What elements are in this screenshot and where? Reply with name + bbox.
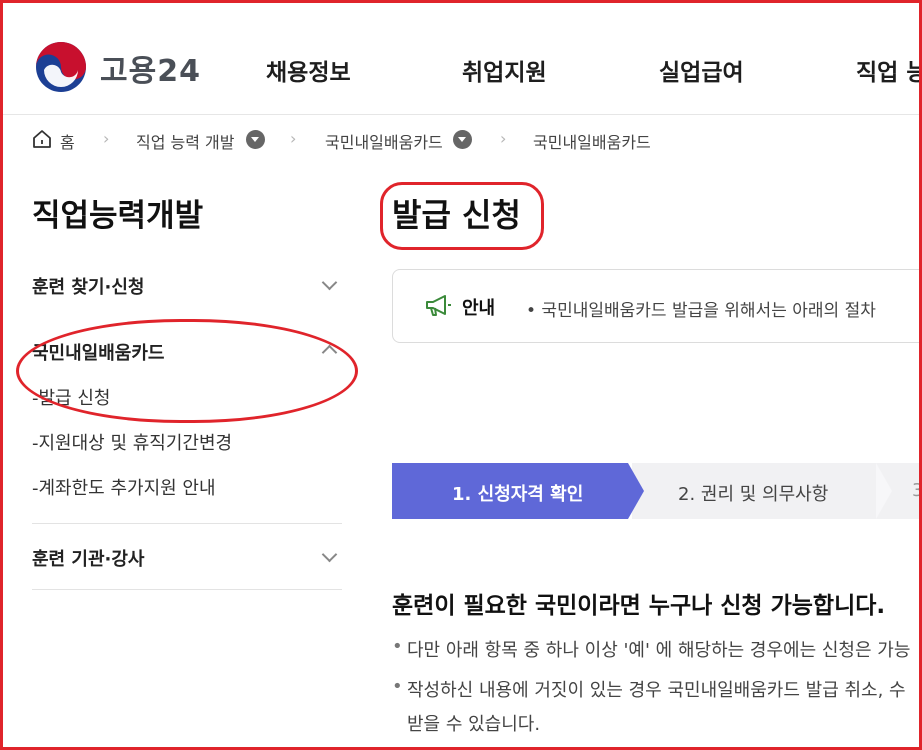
sidebar-category-training[interactable]: 훈련 찾기·신청 bbox=[32, 273, 144, 299]
breadcrumb-separator: › bbox=[103, 129, 110, 148]
logo-text[interactable]: 고용24 bbox=[100, 46, 201, 90]
step-3-label[interactable]: 3 bbox=[912, 480, 922, 501]
logo-icon[interactable] bbox=[34, 40, 88, 94]
chevron-down-icon[interactable] bbox=[453, 130, 472, 149]
section-heading: 훈련이 필요한 국민이라면 누구나 신청 가능합니다. bbox=[392, 593, 886, 619]
chevron-up-icon[interactable] bbox=[321, 344, 338, 361]
notice-label: 안내 bbox=[462, 298, 496, 319]
sidebar-divider bbox=[32, 523, 342, 524]
home-icon[interactable] bbox=[32, 129, 52, 149]
page-title: 발급 신청 bbox=[392, 196, 521, 234]
sidebar-divider bbox=[32, 589, 342, 590]
bullet-marker: • bbox=[392, 636, 403, 657]
nav-vocational[interactable]: 직업 능 bbox=[856, 53, 922, 87]
sidebar-category-institution[interactable]: 훈련 기관·강사 bbox=[32, 545, 144, 571]
bullet-marker: • bbox=[392, 676, 403, 697]
bullet-text: 작성하신 내용에 거짓이 있는 경우 국민내일배움카드 발급 취소, 수 bbox=[407, 680, 906, 701]
nav-unemployment-benefit[interactable]: 실업급여 bbox=[659, 53, 744, 87]
notice-text: • 국민내일배움카드 발급을 위해서는 아래의 절차 bbox=[526, 301, 876, 321]
megaphone-icon bbox=[426, 295, 451, 316]
header-divider bbox=[3, 114, 919, 115]
sidebar-title: 직업능력개발 bbox=[32, 198, 204, 234]
breadcrumb-separator: › bbox=[290, 129, 297, 148]
nav-employment-support[interactable]: 취업지원 bbox=[462, 53, 547, 87]
sidebar-item-limit-support[interactable]: -계좌한도 추가지원 안내 bbox=[32, 474, 216, 500]
bullet-text-continued: 받을 수 있습니다. bbox=[407, 714, 541, 735]
step-separator-arrow bbox=[876, 463, 892, 519]
chevron-down-icon[interactable] bbox=[246, 130, 265, 149]
step-1-label: 1. 신청자격 확인 bbox=[452, 484, 584, 505]
sidebar-item-issue[interactable]: -발급 신청 bbox=[32, 384, 110, 410]
sidebar-item-eligibility[interactable]: -지원대상 및 휴직기간변경 bbox=[32, 429, 232, 455]
breadcrumb-level2[interactable]: 국민내일배움카드 bbox=[325, 129, 443, 153]
sidebar-category-card[interactable]: 국민내일배움카드 bbox=[32, 339, 164, 365]
chevron-down-icon[interactable] bbox=[321, 546, 338, 563]
breadcrumb-level1[interactable]: 직업 능력 개발 bbox=[136, 129, 235, 153]
nav-jobs[interactable]: 채용정보 bbox=[266, 53, 351, 87]
breadcrumb-home[interactable]: 홈 bbox=[60, 129, 75, 153]
step-2-label[interactable]: 2. 권리 및 의무사항 bbox=[678, 480, 828, 506]
breadcrumb-separator: › bbox=[500, 129, 507, 148]
breadcrumb-current: 국민내일배움카드 bbox=[533, 133, 651, 152]
chevron-down-icon[interactable] bbox=[321, 274, 338, 291]
bullet-text: 다만 아래 항목 중 하나 이상 '예' 에 해당하는 경우에는 신청은 가능 bbox=[407, 640, 911, 661]
